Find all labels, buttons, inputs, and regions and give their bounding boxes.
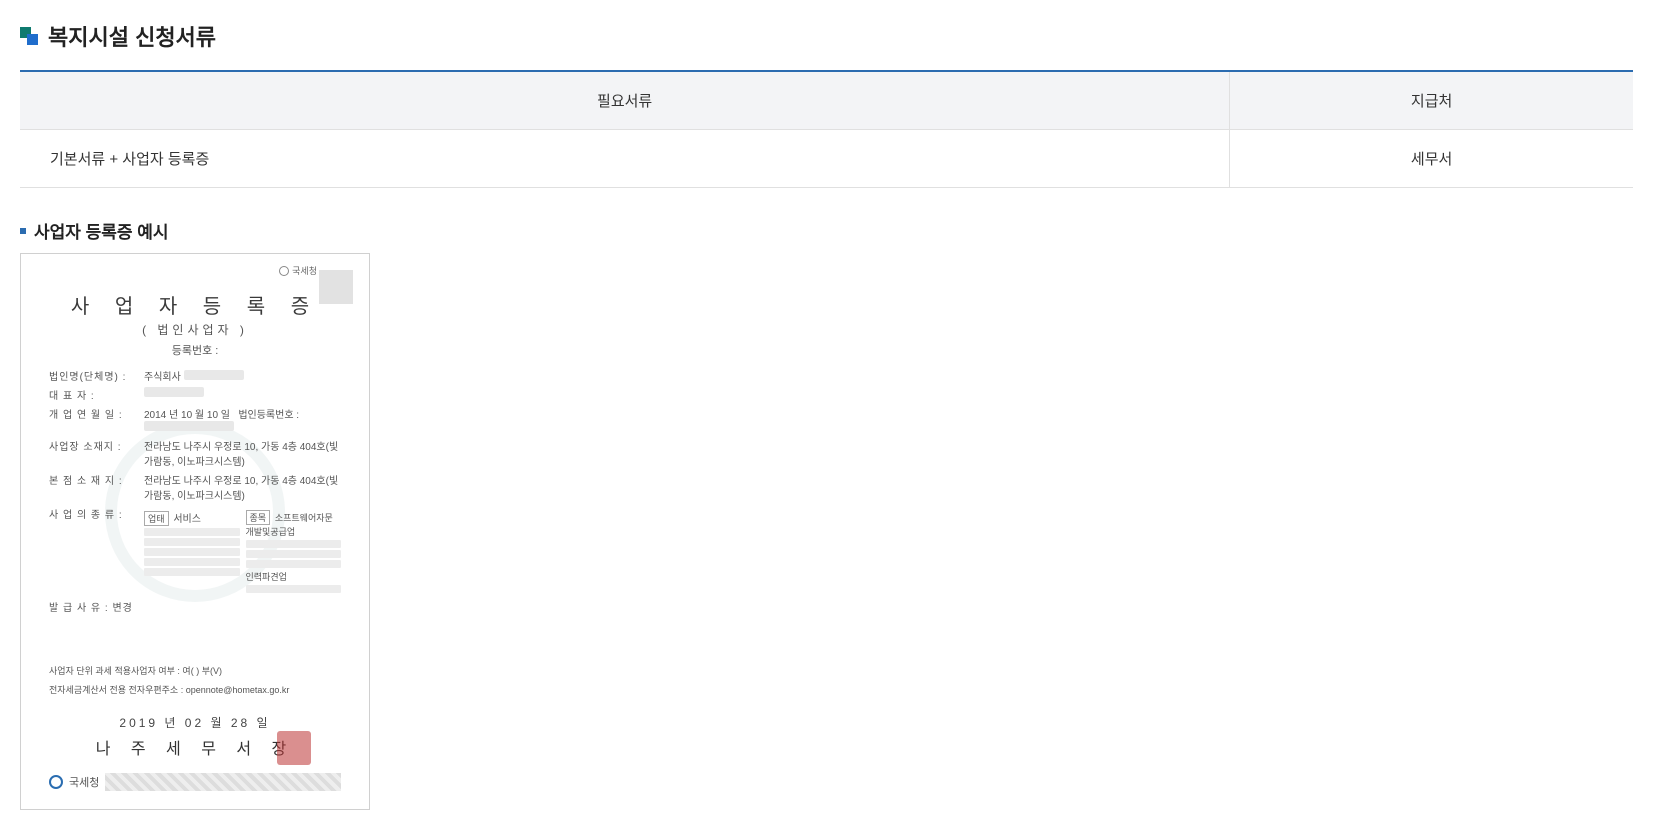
- cert-footer: 국세청: [49, 773, 341, 791]
- label: 발 급 사 유 : 변경: [49, 599, 133, 614]
- value: 전라남도 나주시 우정로 10, 가동 4층 404호(빛가람동, 이노파크시스…: [144, 472, 341, 502]
- requirements-table: 필요서류 지급처 기본서류 + 사업자 등록증 세무서: [20, 70, 1633, 188]
- label: 개 업 연 월 일 :: [49, 406, 144, 434]
- redacted-icon: [144, 387, 204, 397]
- section-bullet-icon: [20, 27, 38, 45]
- biztype-cols: 업태 서비스 종목 소프트웨어자문개발및공급업 인력파견업: [144, 510, 341, 595]
- tag: 종목: [246, 510, 271, 525]
- example-title-text: 사업자 등록증 예시: [34, 218, 169, 243]
- value: 2014 년 10 월 10 일 법인등록번호 :: [144, 406, 341, 434]
- cell-docs: 기본서류 + 사업자 등록증: [20, 130, 1230, 188]
- field-biztype: 사 업 의 종 류 : 업태 서비스 종목 소프트웨어자문개발및공급업: [49, 506, 341, 595]
- official-seal-icon: [277, 731, 311, 765]
- top-right-org-text: 국세청: [292, 264, 317, 277]
- sub-bullet-icon: [20, 228, 26, 234]
- footer-org: 국세청: [69, 774, 99, 790]
- cell-issuer: 세무서: [1230, 130, 1633, 188]
- field-open-date: 개 업 연 월 일 : 2014 년 10 월 10 일 법인등록번호 :: [49, 406, 341, 434]
- blurred-lines: [246, 540, 342, 568]
- label: 대 표 자 :: [49, 387, 144, 402]
- table-header-row: 필요서류 지급처: [20, 71, 1633, 130]
- issue-date: 2019 년 02 월 28 일: [49, 714, 341, 731]
- val: 서비스: [173, 514, 201, 525]
- certificate-image: 국세청 사 업 자 등 록 증 ( 법인사업자 ) 등록번호 : 법인명(단체명…: [20, 253, 370, 810]
- value: 주식회사: [144, 368, 244, 383]
- security-pattern-icon: [105, 773, 341, 791]
- col-jongmok: 종목 소프트웨어자문개발및공급업 인력파견업: [246, 510, 342, 595]
- extra-label: 법인등록번호 :: [238, 410, 299, 421]
- note-email: 전자세금계산서 전용 전자우편주소 : opennote@hometax.go.…: [49, 683, 341, 696]
- value-text: 주식회사: [144, 372, 181, 383]
- example-title: 사업자 등록증 예시: [20, 218, 1633, 243]
- row: 업태 서비스: [144, 510, 240, 526]
- col-issuer: 지급처: [1230, 71, 1633, 130]
- section-title: 복지시설 신청서류: [20, 20, 1633, 52]
- label: 본 점 소 재 지 :: [49, 472, 144, 502]
- blurred-lines: [144, 528, 240, 576]
- value-text: 2014 년 10 월 10 일: [144, 410, 230, 421]
- people-dispatch: 인력파견업: [246, 570, 342, 583]
- issuer-text: 나 주 세 무 서 장: [96, 741, 295, 758]
- table-row: 기본서류 + 사업자 등록증 세무서: [20, 130, 1633, 188]
- redacted-icon: [184, 370, 244, 380]
- nts-logo-icon: [279, 266, 289, 276]
- top-right-org: 국세청: [279, 264, 317, 277]
- cert-subtitle: ( 법인사업자 ): [49, 321, 341, 338]
- field-corp-name: 법인명(단체명) : 주식회사: [49, 368, 341, 383]
- certificate-body: 국세청 사 업 자 등 록 증 ( 법인사업자 ) 등록번호 : 법인명(단체명…: [29, 262, 361, 801]
- blurred-lines: [246, 585, 342, 593]
- cert-regno-label: 등록번호 :: [49, 342, 341, 358]
- label: 사 업 의 종 류 :: [49, 506, 144, 595]
- label: 사업장 소재지 :: [49, 438, 144, 468]
- tag: 업태: [144, 511, 169, 526]
- value: [144, 387, 204, 402]
- col-docs: 필요서류: [20, 71, 1230, 130]
- field-address: 사업장 소재지 : 전라남도 나주시 우정로 10, 가동 4층 404호(빛가…: [49, 438, 341, 468]
- field-remark: 발 급 사 유 : 변경: [49, 599, 341, 614]
- row: 종목 소프트웨어자문개발및공급업: [246, 510, 342, 538]
- note-unit-tax: 사업자 단위 과세 적용사업자 여부 : 여( ) 부(V): [49, 664, 341, 677]
- cert-title: 사 업 자 등 록 증: [49, 290, 341, 319]
- field-hq: 본 점 소 재 지 : 전라남도 나주시 우정로 10, 가동 4층 404호(…: [49, 472, 341, 502]
- col-uptae: 업태 서비스: [144, 510, 240, 595]
- nts-logo-icon: [49, 775, 63, 789]
- field-ceo: 대 표 자 :: [49, 387, 341, 402]
- label: 법인명(단체명) :: [49, 368, 144, 383]
- issuer: 나 주 세 무 서 장: [49, 735, 341, 759]
- section-title-text: 복지시설 신청서류: [48, 20, 216, 52]
- redacted-icon: [144, 421, 234, 431]
- value: 전라남도 나주시 우정로 10, 가동 4층 404호(빛가람동, 이노파크시스…: [144, 438, 341, 468]
